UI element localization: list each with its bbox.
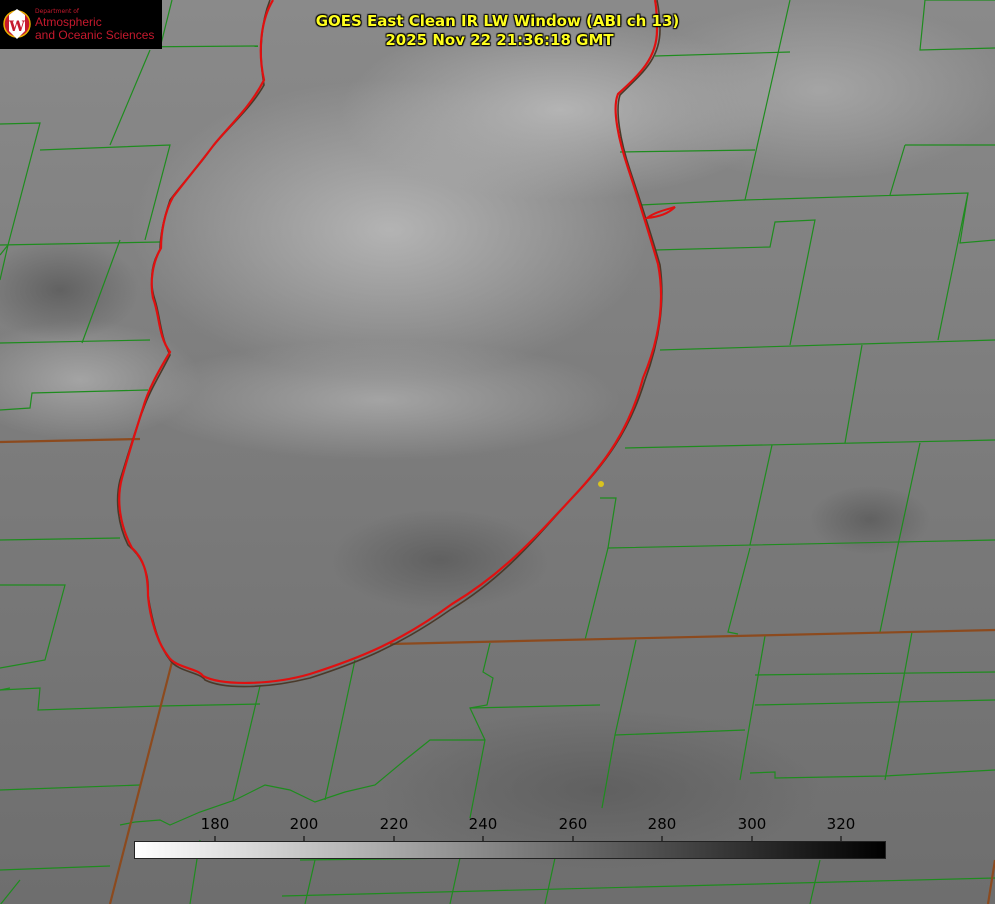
satellite-image-viewer: W Department of Atmospheric and Oceanic … [0, 0, 995, 904]
dark-patch [810, 485, 930, 555]
colorbar-tick-label: 240 [468, 815, 498, 833]
image-timestamp: 2025 Nov 22 21:36:18 GMT [385, 31, 614, 49]
image-title: GOES East Clean IR LW Window (ABI ch 13) [315, 12, 680, 30]
colorbar-tick-label: 320 [826, 815, 856, 833]
colorbar-tick-label: 260 [558, 815, 588, 833]
dark-patch [330, 510, 550, 610]
brightness-temperature-colorbar [134, 841, 886, 859]
colorbar-tick-label: 200 [289, 815, 319, 833]
colorbar-tick-label: 220 [379, 815, 409, 833]
colorbar-tick-label: 280 [647, 815, 677, 833]
site-marker [598, 481, 604, 487]
satellite-map [0, 0, 995, 904]
colorbar-tick-label: 180 [200, 815, 230, 833]
colorbar-tick-label: 300 [737, 815, 767, 833]
cloud-band [140, 340, 620, 460]
